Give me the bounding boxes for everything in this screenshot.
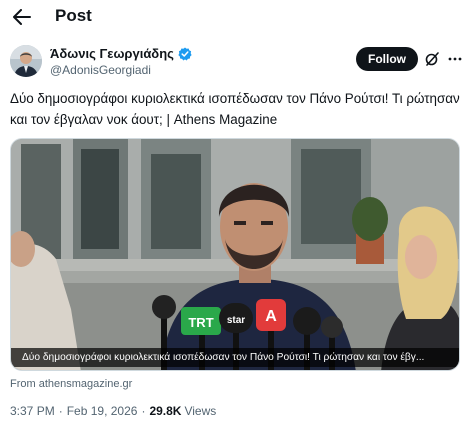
avatar[interactable] [10,45,42,77]
author-handle[interactable]: @AdonisGeorgiadi [50,63,151,77]
star-mic-logo: star [227,315,245,326]
press-photo: TRT star A [11,139,459,370]
grok-icon[interactable] [424,51,440,67]
trt-mic-logo: TRT [188,315,213,330]
views-count: 29.8K [149,404,182,418]
verified-badge-icon [178,47,192,60]
author-display-name[interactable]: Άδωνις Γεωργιάδης [50,46,174,61]
meta-separator: · [141,404,146,418]
link-source[interactable]: From athensmagazine.gr [10,378,132,390]
author-name-row: Άδωνις Γεωργιάδης [50,46,192,61]
post-metadata: 3:37 PM · Feb 19, 2026 · 29.8K Views [10,404,216,418]
meta-separator: · [58,404,63,418]
post-date[interactable]: Feb 19, 2026 [67,404,138,418]
post-text: Δύο δημοσιογράφοι κυριολεκτικά ισοπέδωσα… [10,91,460,127]
views-label: Views [184,404,217,418]
a-mic-logo: A [265,308,277,325]
back-arrow-icon[interactable] [10,6,34,28]
follow-button[interactable]: Follow [356,47,418,71]
post-time[interactable]: 3:37 PM [10,404,55,418]
post-media-card[interactable]: TRT star A Δύο δημοσιογράφοι κυριολεκτικ… [10,138,460,371]
more-options-icon[interactable] [447,51,463,67]
top-bar: Post [0,0,474,34]
page-title: Post [55,6,92,25]
media-caption: Δύο δημοσιογράφοι κυριολεκτικά ισοπέδωσα… [11,348,459,367]
